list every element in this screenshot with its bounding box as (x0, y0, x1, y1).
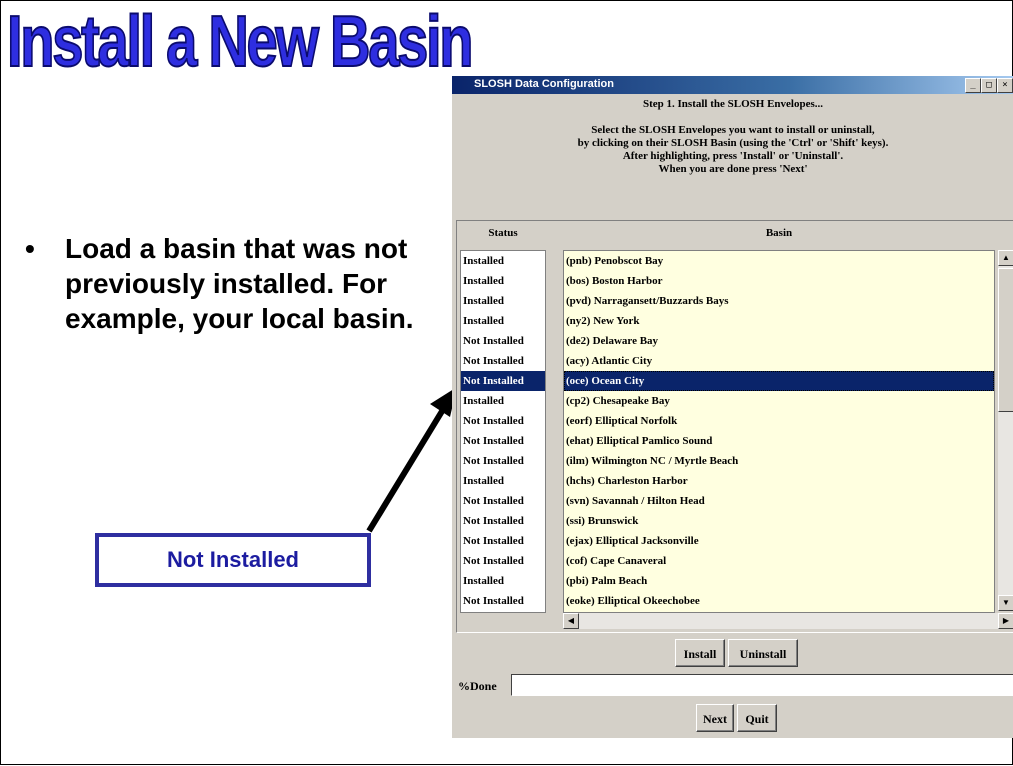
basin-row[interactable]: (bos) Boston Harbor (564, 271, 994, 291)
status-cell[interactable]: Not Installed (461, 531, 545, 551)
basin-row[interactable]: (svn) Savannah / Hilton Head (564, 491, 994, 511)
status-column-header: Status (488, 227, 518, 239)
status-cell[interactable]: Installed (461, 571, 545, 591)
uninstall-button[interactable]: Uninstall (728, 639, 798, 667)
basin-row[interactable]: (oce) Ocean City (564, 371, 994, 391)
slide-title: Install a New Basin (6, 1, 474, 83)
status-cell[interactable]: Not Installed (461, 371, 545, 391)
basin-row[interactable]: (acy) Atlantic City (564, 351, 994, 371)
progress-label: %Done (458, 679, 497, 693)
status-cell[interactable]: Not Installed (461, 491, 545, 511)
basin-row[interactable]: (ejax) Elliptical Jacksonville (564, 531, 994, 551)
status-cell[interactable]: Not Installed (461, 331, 545, 351)
status-cell[interactable]: Installed (461, 391, 545, 411)
status-cell[interactable]: Installed (461, 271, 545, 291)
progress-field (511, 674, 1013, 696)
callout-label: Not Installed (166, 547, 299, 572)
callout-box: Not Installed (95, 533, 371, 587)
basin-row[interactable]: (ssi) Brunswick (564, 511, 994, 531)
slosh-config-window: SLOSH Data Configuration _ □ × Step 1. I… (452, 76, 1013, 738)
basin-row[interactable]: (pbi) Palm Beach (564, 571, 994, 591)
status-cell[interactable]: Installed (461, 251, 545, 271)
instruction-line: Select the SLOSH Envelopes you want to i… (591, 124, 875, 136)
basin-row[interactable]: (pvd) Narragansett/Buzzards Bays (564, 291, 994, 311)
instructions: Step 1. Install the SLOSH Envelopes... S… (452, 98, 1013, 176)
bullet-text: Load a basin that was not previously ins… (65, 233, 414, 334)
window-title: SLOSH Data Configuration (474, 78, 614, 90)
basin-row[interactable]: (cp2) Chesapeake Bay (564, 391, 994, 411)
status-cell[interactable]: Not Installed (461, 451, 545, 471)
basin-row[interactable]: (eoke) Elliptical Okeechobee (564, 591, 994, 611)
slide: Install a New Basin • Load a basin that … (0, 0, 1013, 765)
window-titlebar[interactable]: SLOSH Data Configuration _ □ × (452, 76, 1013, 94)
status-cell[interactable]: Not Installed (461, 511, 545, 531)
step-heading: Step 1. Install the SLOSH Envelopes... (642, 98, 823, 110)
scroll-thumb[interactable] (998, 268, 1013, 412)
horizontal-scrollbar[interactable]: ◀ ▶ (563, 613, 1013, 629)
close-button[interactable]: × (997, 78, 1013, 93)
basin-list[interactable]: (pnb) Penobscot Bay (bos) Boston Harbor (p… (563, 250, 995, 613)
bullet-dot: • (25, 233, 35, 264)
basin-row[interactable]: (ny2) New York (564, 311, 994, 331)
basin-row[interactable]: (ehat) Elliptical Pamlico Sound (564, 431, 994, 451)
basin-column-header: Basin (765, 227, 793, 239)
status-cell[interactable]: Not Installed (461, 551, 545, 571)
instruction-line: by clicking on their SLOSH Basin (using … (577, 137, 889, 149)
next-button[interactable]: Next (696, 704, 734, 732)
status-list[interactable]: Installed Installed Installed Installed Not … (460, 250, 546, 613)
status-cell[interactable]: Installed (461, 291, 545, 311)
basin-row[interactable]: (eorf) Elliptical Norfolk (564, 411, 994, 431)
maximize-button[interactable]: □ (981, 78, 997, 93)
scroll-up-icon[interactable]: ▲ (998, 250, 1013, 266)
basin-row[interactable]: (de2) Delaware Bay (564, 331, 994, 351)
basin-row[interactable]: (pnb) Penobscot Bay (564, 251, 994, 271)
scroll-right-icon[interactable]: ▶ (998, 613, 1013, 629)
status-cell[interactable]: Installed (461, 471, 545, 491)
basin-row[interactable]: (cof) Cape Canaveral (564, 551, 994, 571)
scroll-down-icon[interactable]: ▼ (998, 595, 1013, 611)
vertical-scrollbar[interactable]: ▲ ▼ (998, 250, 1013, 611)
status-cell[interactable]: Installed (461, 311, 545, 331)
instruction-line: After highlighting, press 'Install' or '… (622, 150, 844, 162)
basin-row[interactable]: (ilm) Wilmington NC / Myrtle Beach (564, 451, 994, 471)
status-cell[interactable]: Not Installed (461, 411, 545, 431)
scroll-left-icon[interactable]: ◀ (563, 613, 579, 629)
status-cell[interactable]: Not Installed (461, 591, 545, 611)
quit-button[interactable]: Quit (737, 704, 777, 732)
status-cell[interactable]: Not Installed (461, 351, 545, 371)
basin-row[interactable]: (hchs) Charleston Harbor (564, 471, 994, 491)
status-cell[interactable]: Not Installed (461, 431, 545, 451)
minimize-button[interactable]: _ (965, 78, 981, 93)
install-button[interactable]: Install (675, 639, 725, 667)
instruction-line: When you are done press 'Next' (658, 163, 808, 175)
